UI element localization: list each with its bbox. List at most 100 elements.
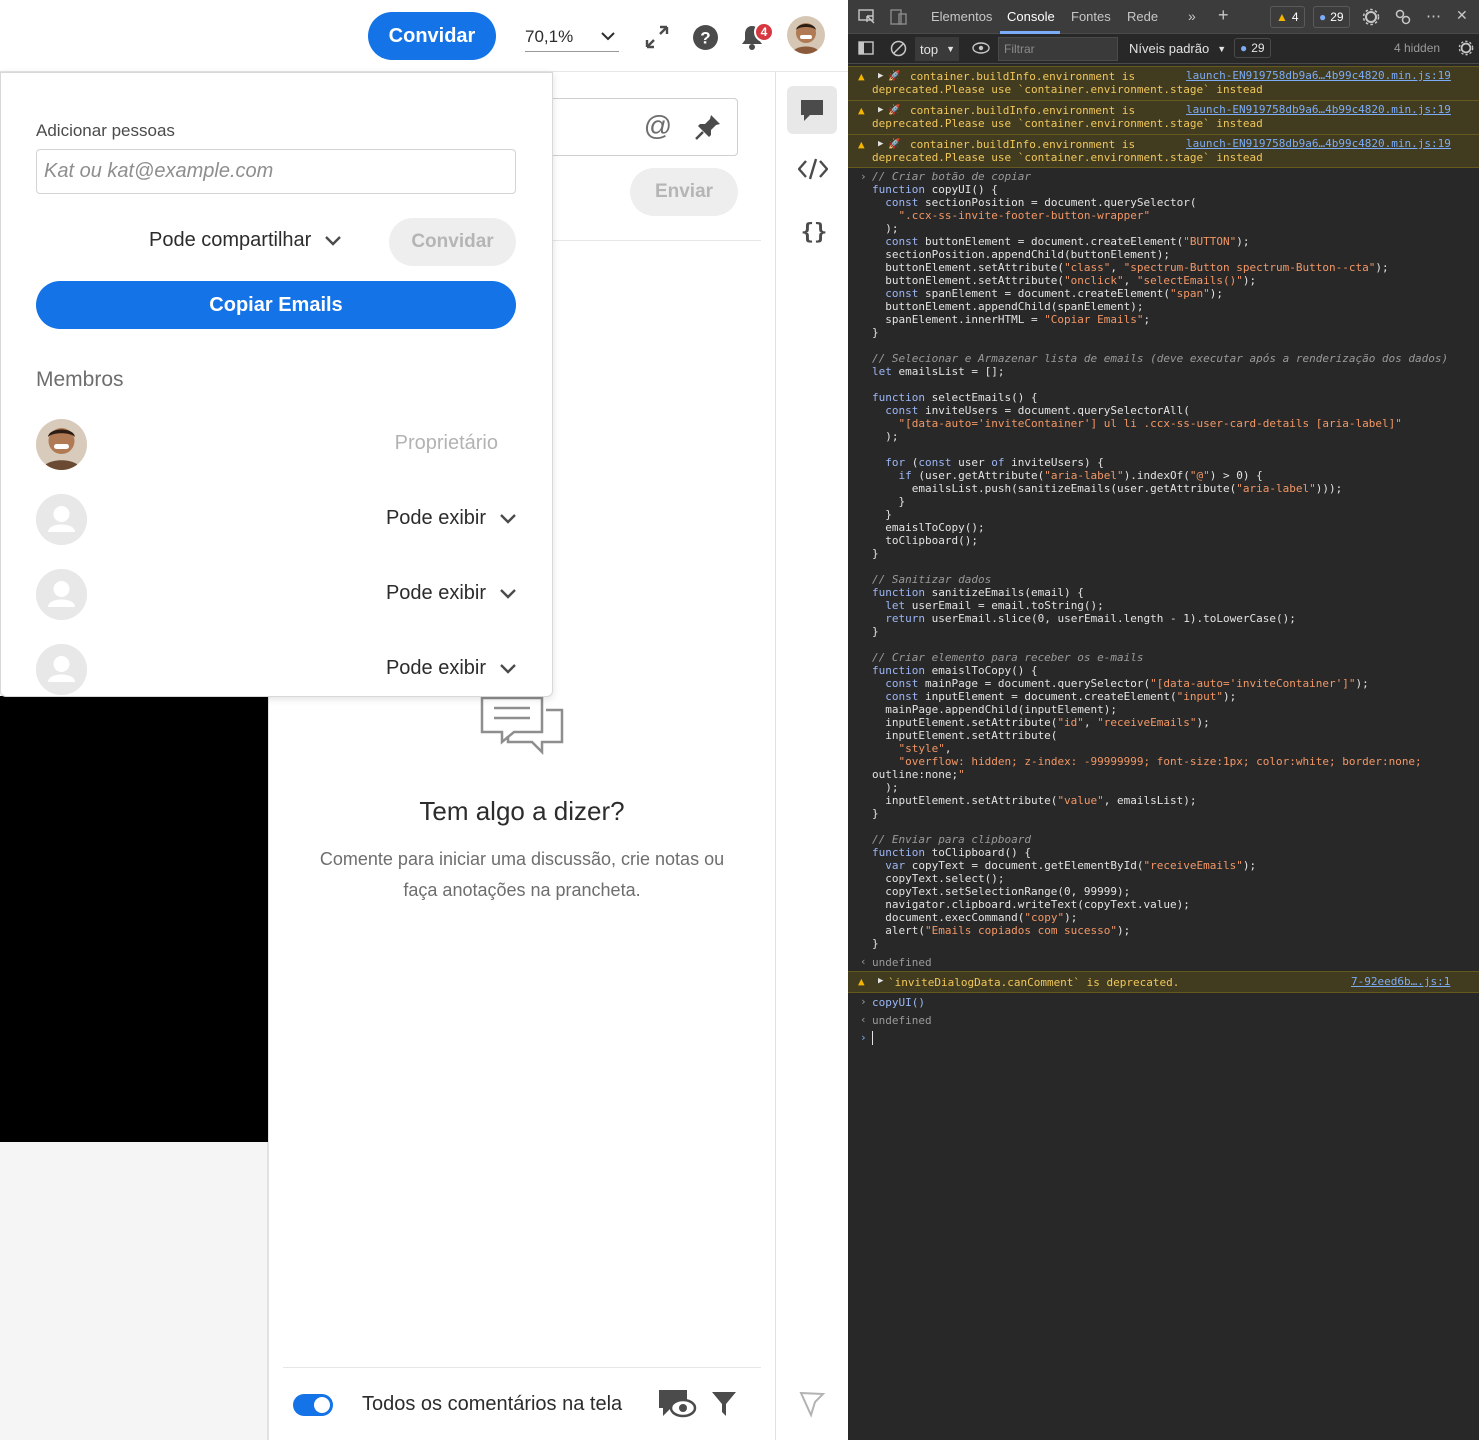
code-line: "style",: [898, 742, 952, 755]
messages-count: 29: [1330, 10, 1344, 24]
input-prompt-icon: ›: [860, 170, 867, 183]
zoom-value: 70,1%: [525, 26, 574, 46]
context-select[interactable]: top ▼: [915, 37, 959, 61]
gear-icon[interactable]: [1362, 8, 1380, 26]
tab-console[interactable]: Console: [1007, 9, 1055, 24]
source-link[interactable]: launch-EN919758db9a6…4b99c4820.min.js:19: [1186, 103, 1451, 116]
svg-text:{}: {}: [801, 220, 828, 244]
expand-arrow-icon[interactable]: ▶: [878, 70, 883, 83]
send-button[interactable]: Enviar: [630, 168, 738, 216]
warnings-counter[interactable]: ▲ 4: [1270, 6, 1305, 28]
chevron-down-icon: [500, 513, 516, 524]
member-role-select[interactable]: Pode exibir: [386, 507, 516, 530]
code-line: // Criar botão de copiar: [872, 170, 1031, 183]
console-warning[interactable]: ▲ ▶ 🚀 container.buildInfo.environment is…: [848, 100, 1479, 134]
warnings-count: 4: [1291, 10, 1299, 24]
tab-rede[interactable]: Rede: [1127, 9, 1158, 24]
code-line: buttonElement.setAttribute("onclick", "s…: [872, 274, 1257, 287]
console-filter-input[interactable]: Filtrar: [998, 37, 1118, 61]
code-line: }: [872, 326, 879, 339]
eye-icon[interactable]: [972, 41, 990, 55]
member-row: Pode exibir: [36, 644, 516, 696]
input-prompt-icon: ›: [860, 995, 867, 1008]
caret-down-icon: ▼: [1217, 43, 1227, 54]
fullscreen-icon[interactable]: [642, 22, 672, 52]
console-warning[interactable]: ▲ ▶ 🚀 container.buildInfo.environment is…: [848, 66, 1479, 100]
braces-icon[interactable]: {}: [800, 218, 828, 244]
warning-icon: ▲: [858, 70, 865, 83]
code-line: inputElement.setAttribute(: [872, 729, 1058, 742]
artboard-canvas[interactable]: [0, 696, 268, 1142]
copy-emails-button[interactable]: Copiar Emails: [36, 281, 516, 329]
chevron-down-icon: [601, 32, 615, 41]
filter-icon[interactable]: [711, 1390, 737, 1418]
clear-console-icon[interactable]: [890, 40, 907, 57]
close-icon[interactable]: ✕: [1456, 7, 1468, 24]
source-link[interactable]: launch-EN919758db9a6…4b99c4820.min.js:19: [1186, 69, 1451, 82]
code-line: alert("Emails copiados com sucesso");: [872, 924, 1131, 937]
devtools-tab-bar: Elementos Console Fontes Rede » + ▲ 4 ● …: [848, 0, 1479, 34]
code-line: function emaislToCopy() {: [872, 664, 1038, 677]
comments-rail-button[interactable]: [787, 86, 837, 134]
code-line: }: [872, 508, 892, 521]
code-line: const sectionPosition = document.querySe…: [885, 196, 1197, 209]
comment-visibility-icon[interactable]: [657, 1388, 697, 1422]
code-line: const inviteUsers = document.querySelect…: [885, 404, 1190, 417]
member-role-select[interactable]: Pode exibir: [386, 582, 516, 605]
more-options-icon[interactable]: ⋯: [1426, 7, 1441, 25]
popover-invite-button[interactable]: Convidar: [389, 218, 516, 266]
mention-icon[interactable]: @: [644, 111, 672, 141]
console-settings-icon[interactable]: [1458, 40, 1474, 56]
console-warning[interactable]: ▲ ▶ 🚀 container.buildInfo.environment is…: [848, 134, 1479, 168]
right-rail: [777, 72, 848, 1440]
expand-arrow-icon[interactable]: ▶: [878, 104, 883, 117]
permission-select[interactable]: Pode compartilhar: [149, 229, 342, 252]
console-command[interactable]: › copyUI(): [848, 994, 1479, 1012]
show-comments-toggle[interactable]: [293, 1394, 333, 1416]
console-warning[interactable]: ▲ ▶ `inviteDialogData.canComment` is dep…: [848, 971, 1479, 993]
command-text: copyUI(): [872, 996, 925, 1009]
tab-fontes[interactable]: Fontes: [1071, 9, 1111, 24]
pin-icon[interactable]: [694, 113, 722, 141]
connect-icon[interactable]: [1394, 8, 1412, 26]
flag-icon[interactable]: [798, 1390, 826, 1418]
expand-arrow-icon[interactable]: ▶: [878, 138, 883, 151]
device-toolbar-icon[interactable]: [890, 9, 908, 25]
empty-state-title: Tem algo a dizer?: [419, 796, 625, 826]
inspect-icon[interactable]: [858, 9, 876, 25]
member-role: Pode exibir: [385, 657, 486, 679]
code-line: function selectEmails() {: [872, 391, 1038, 404]
add-people-input[interactable]: Kat ou kat@example.com: [36, 149, 516, 194]
hidden-count: 4 hidden: [1394, 41, 1441, 55]
code-line: function sanitizeEmails(email) {: [872, 586, 1084, 599]
code-line: toClipboard();: [872, 534, 978, 547]
help-icon[interactable]: ?: [690, 22, 720, 52]
invite-button[interactable]: Convidar: [368, 12, 496, 60]
code-line: }: [872, 625, 879, 638]
add-tab-icon[interactable]: +: [1218, 5, 1229, 26]
tab-elementos[interactable]: Elementos: [931, 9, 992, 24]
code-icon[interactable]: [798, 157, 828, 181]
more-tabs-icon[interactable]: »: [1188, 8, 1196, 24]
text-cursor: [872, 1031, 873, 1045]
source-link[interactable]: 7-92eed6b….js:1: [1351, 975, 1450, 988]
chevron-down-icon: [500, 588, 516, 599]
zoom-select[interactable]: 70,1%: [525, 22, 619, 52]
console-prompt[interactable]: ›: [848, 1030, 1479, 1048]
expand-arrow-icon[interactable]: ▶: [878, 975, 883, 988]
avatar: [36, 419, 87, 470]
top-toolbar: Convidar 70,1% ? 4: [0, 0, 848, 72]
user-avatar[interactable]: [787, 16, 825, 54]
code-line: inputElement.setAttribute("id", "receive…: [872, 716, 1210, 729]
member-row: Pode exibir: [36, 569, 516, 621]
issues-counter[interactable]: ● 29: [1234, 38, 1271, 58]
source-link[interactable]: launch-EN919758db9a6…4b99c4820.min.js:19: [1186, 137, 1451, 150]
log-levels-select[interactable]: Níveis padrão ▼: [1129, 41, 1226, 56]
messages-counter[interactable]: ● 29: [1313, 6, 1350, 28]
member-role-select[interactable]: Pode exibir: [386, 657, 516, 680]
sidebar-toggle-icon[interactable]: [858, 41, 874, 55]
code-line: emailsList.push(sanitizeEmails(user.getA…: [872, 482, 1343, 495]
code-line: buttonElement.setAttribute("class", "spe…: [872, 261, 1389, 274]
toggle-label: Todos os comentários na tela: [362, 1393, 623, 1415]
console-toolbar: top ▼ Filtrar Níveis padrão ▼ ● 29 4 hid…: [848, 34, 1479, 64]
